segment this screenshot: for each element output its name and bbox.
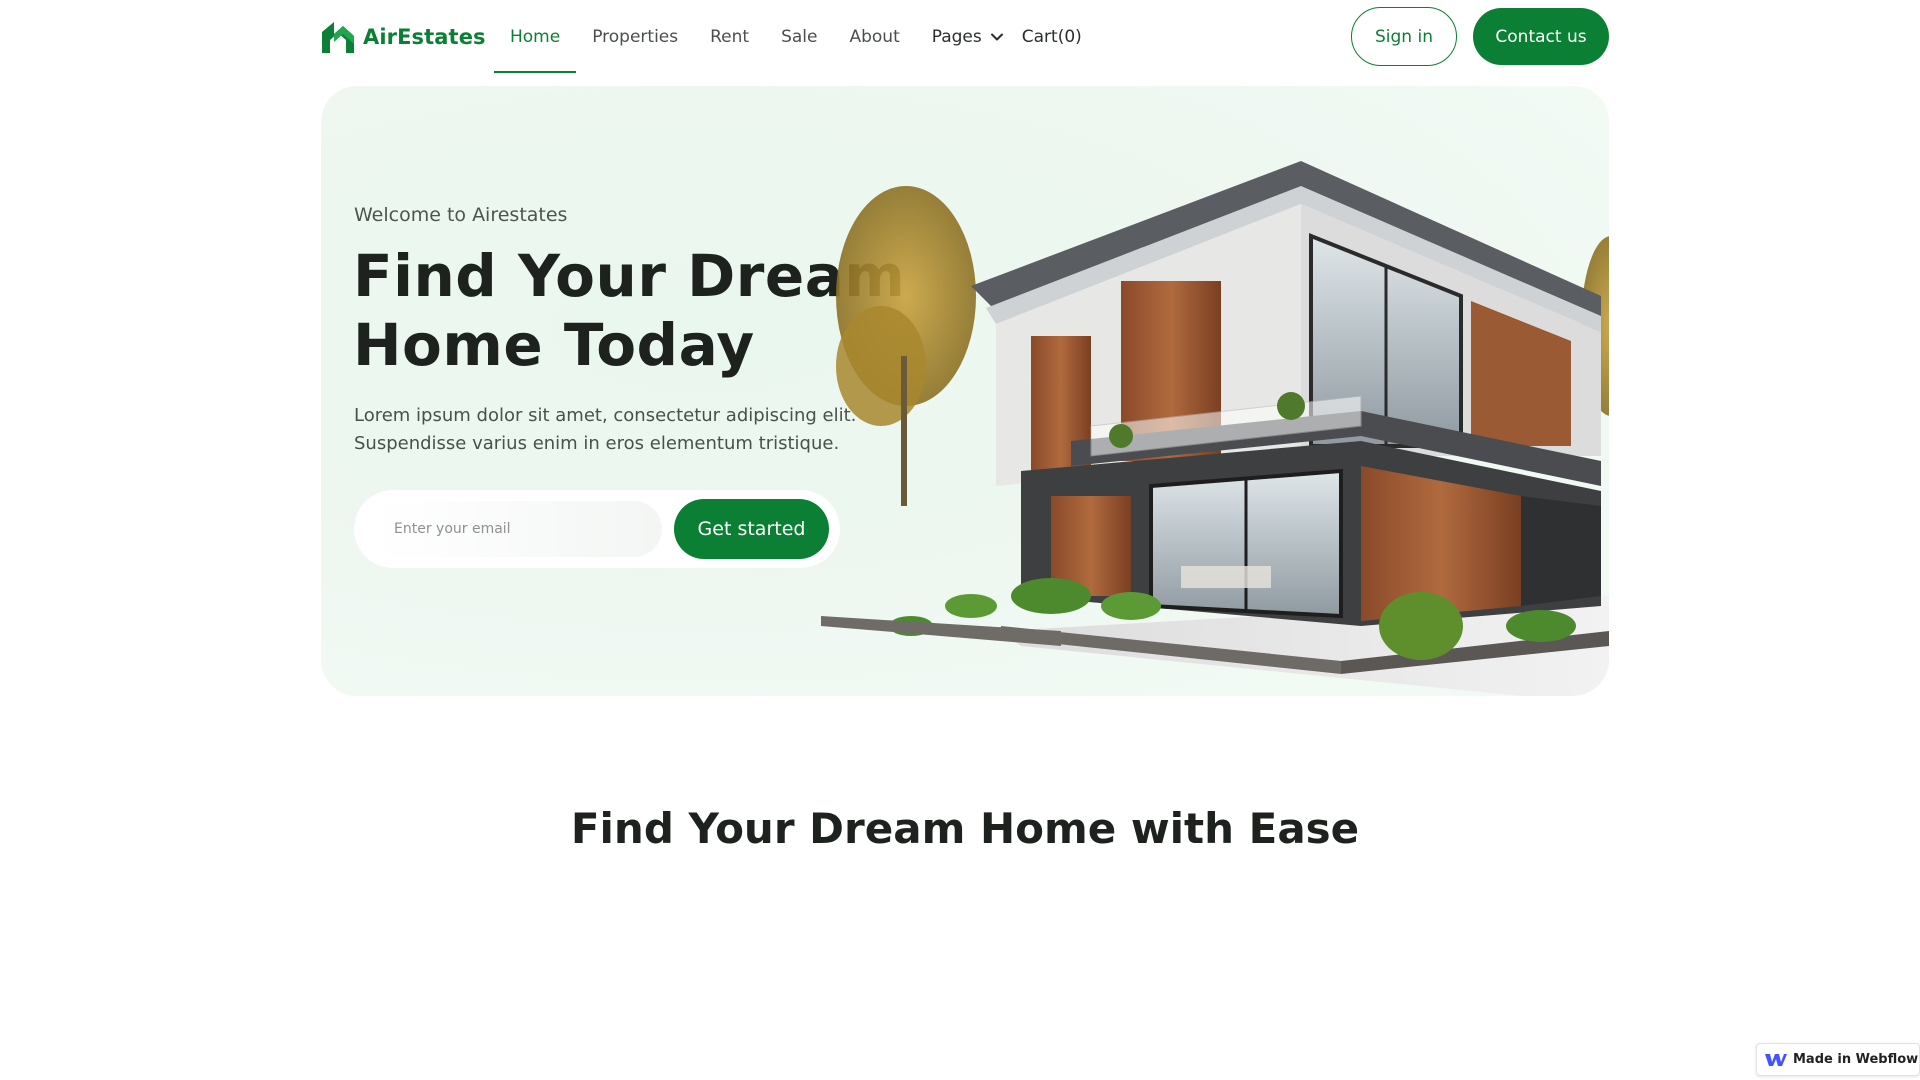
main-menu: Home Properties Rent Sale About Pages Ca… bbox=[494, 0, 1082, 74]
hero-description: Lorem ipsum dolor sit amet, consectetur … bbox=[354, 405, 857, 454]
hero-eyebrow: Welcome to Airestates bbox=[354, 204, 568, 226]
sign-in-button[interactable]: Sign in bbox=[1351, 7, 1457, 66]
nav-item-properties[interactable]: Properties bbox=[576, 0, 694, 74]
nav-item-about[interactable]: About bbox=[833, 0, 915, 74]
nav-item-sale[interactable]: Sale bbox=[765, 0, 833, 74]
get-started-button[interactable]: Get started bbox=[674, 499, 829, 559]
section-title: Find Your Dream Home with Ease bbox=[570, 804, 1360, 853]
brand-name: AirEstates bbox=[363, 24, 486, 49]
email-input[interactable] bbox=[372, 501, 662, 557]
hero-section: Welcome to Airestates Find Your Dream Ho… bbox=[321, 86, 1609, 696]
nav-pages-label: Pages bbox=[931, 27, 982, 47]
navbar: AirEstates Home Properties Rent Sale Abo… bbox=[0, 0, 1920, 74]
logo-icon bbox=[322, 22, 354, 53]
email-signup-form: Get started bbox=[354, 490, 840, 568]
chevron-down-icon bbox=[990, 33, 1003, 41]
nav-pages-dropdown[interactable]: Pages bbox=[916, 0, 1010, 74]
nav-cart-link[interactable]: Cart(0) bbox=[1010, 0, 1082, 74]
made-in-webflow-badge[interactable]: Made in Webflow bbox=[1756, 1043, 1920, 1076]
hero-house-image bbox=[821, 161, 1609, 696]
nav-item-home[interactable]: Home bbox=[494, 0, 577, 74]
brand-logo-link[interactable]: AirEstates bbox=[321, 20, 486, 53]
nav-item-rent[interactable]: Rent bbox=[694, 0, 765, 74]
badge-label: Made in Webflow bbox=[1793, 1052, 1919, 1067]
webflow-icon bbox=[1765, 1053, 1787, 1066]
contact-us-button[interactable]: Contact us bbox=[1473, 8, 1609, 65]
